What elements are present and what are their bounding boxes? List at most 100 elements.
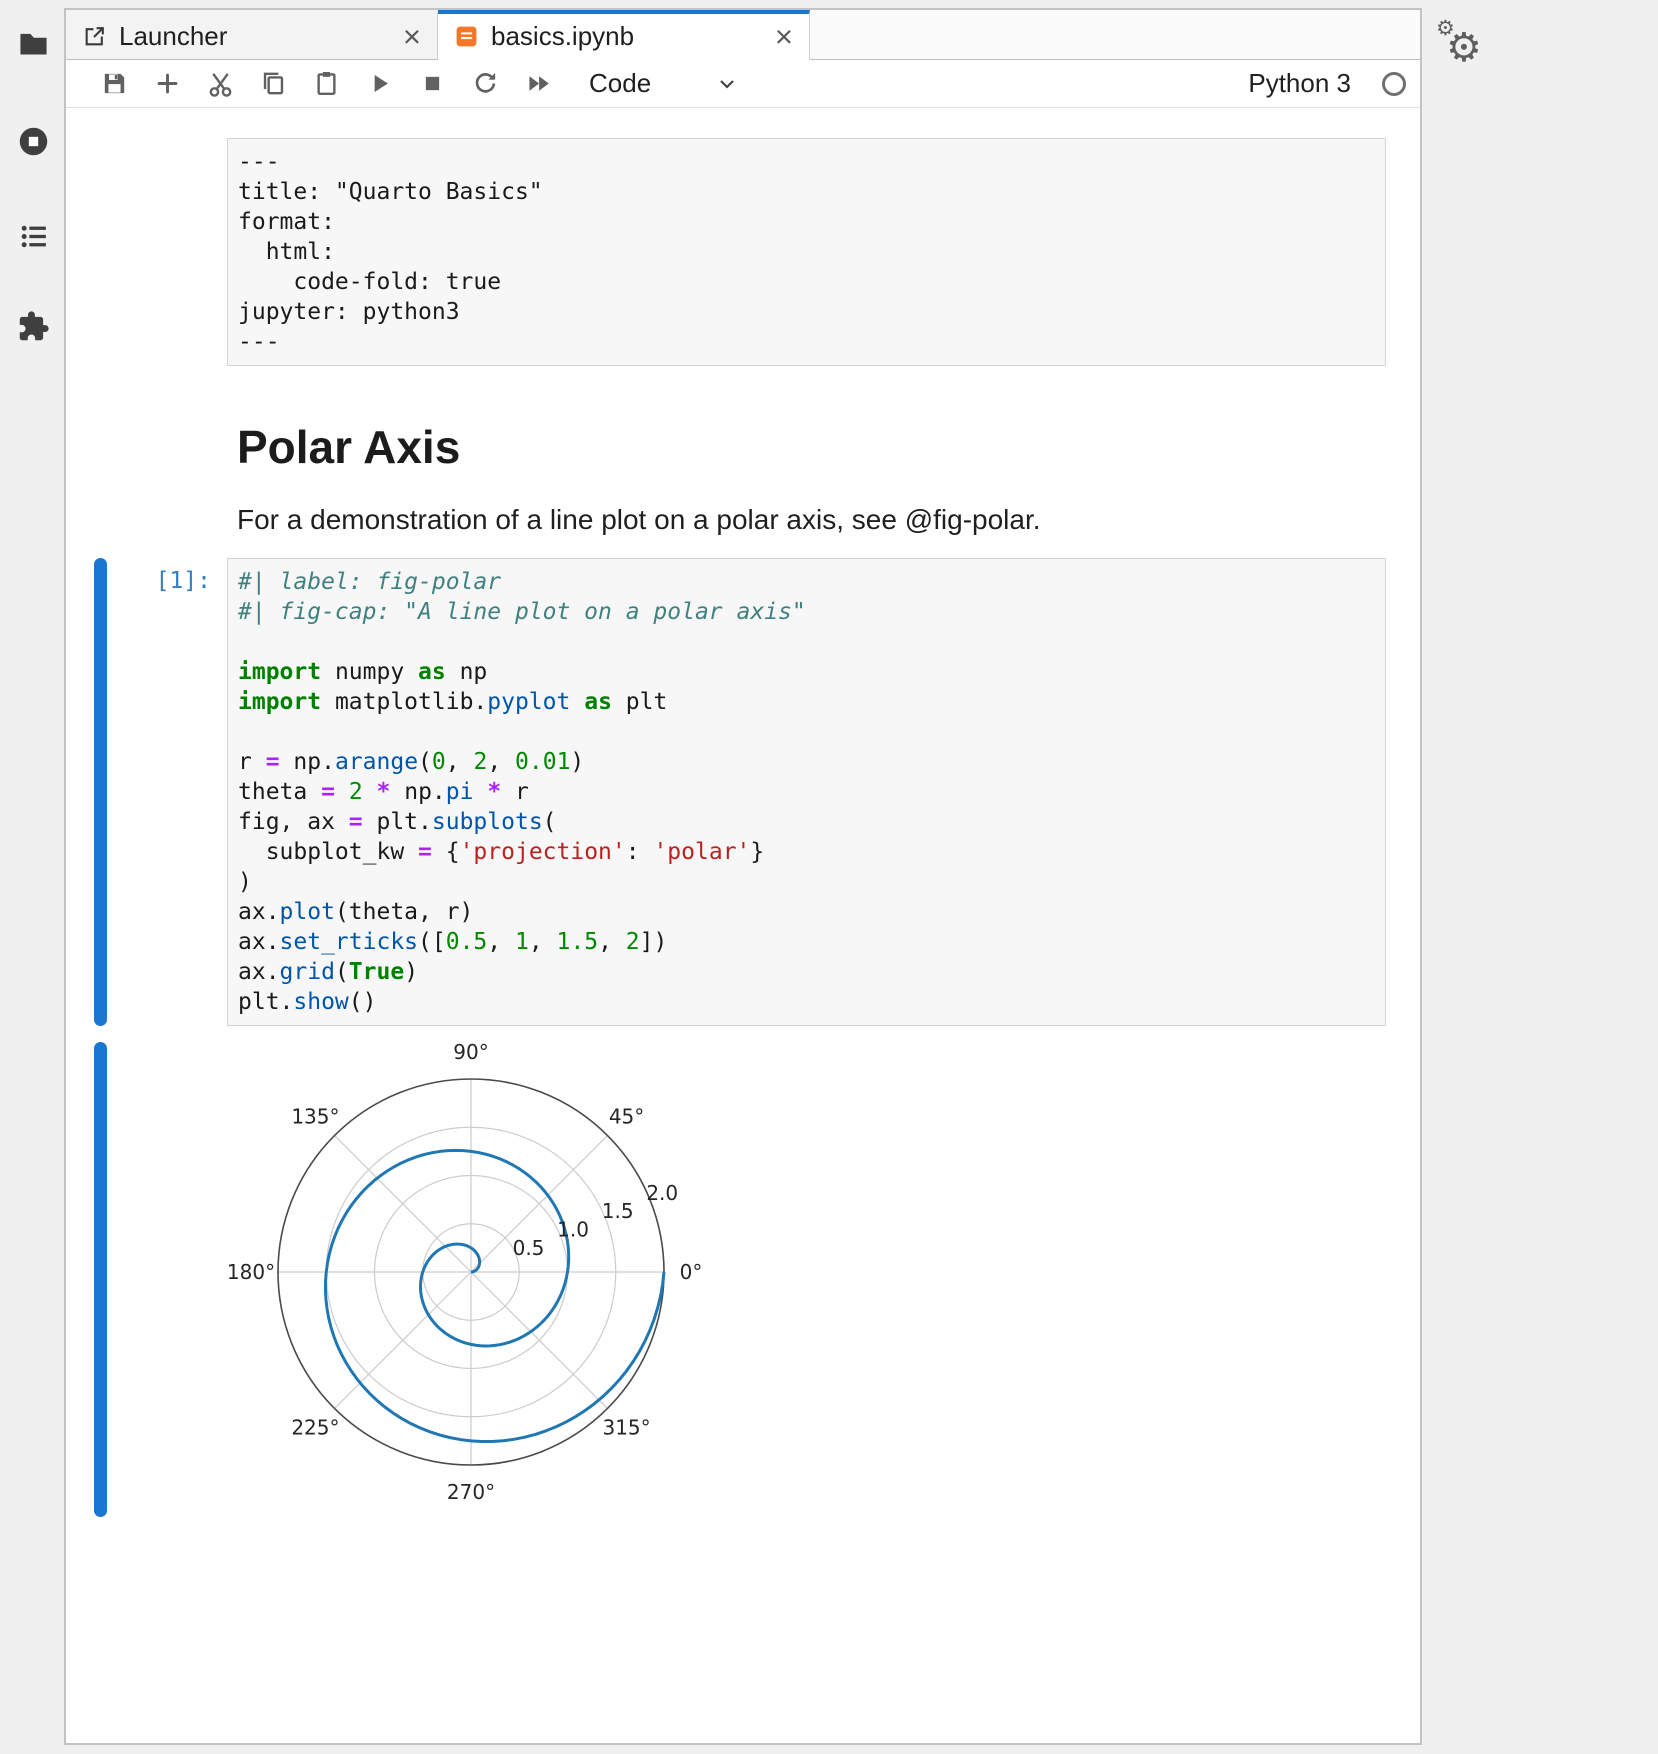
- cell-prompt: [107, 382, 227, 542]
- list-icon: [17, 220, 50, 253]
- copy-icon: [259, 69, 288, 98]
- plus-icon: [153, 69, 182, 98]
- svg-text:270°: 270°: [447, 1480, 495, 1504]
- svg-text:45°: 45°: [609, 1104, 644, 1128]
- code-line: theta = 2 * np.pi * r: [238, 777, 1375, 807]
- cell-type-value: Code: [589, 68, 651, 99]
- stop-circle-icon: [17, 125, 50, 158]
- raw-cell: ---title: "Quarto Basics"format: html: c…: [66, 130, 1420, 374]
- code-line: title: "Quarto Basics": [238, 177, 1375, 207]
- polar-plot-figure: 0° 45° 90° 135° 180° 225° 270° 315° 0.5 1.0 1.5 2.0: [227, 1042, 1386, 1517]
- markdown-heading: Polar Axis: [237, 420, 1376, 474]
- code-line: [238, 627, 1375, 657]
- copy-cells-button[interactable]: [253, 64, 293, 104]
- svg-text:1.5: 1.5: [602, 1199, 634, 1223]
- svg-text:2.0: 2.0: [646, 1181, 678, 1205]
- fast-forward-icon: [524, 69, 553, 98]
- running-sessions-button[interactable]: [13, 121, 53, 161]
- code-line: plt.show(): [238, 987, 1375, 1017]
- svg-text:180°: 180°: [227, 1260, 275, 1284]
- markdown-rendered: Polar Axis For a demonstration of a line…: [227, 382, 1386, 542]
- puzzle-icon: [17, 310, 50, 343]
- notebook-icon: [454, 24, 479, 49]
- close-icon[interactable]: ×: [399, 21, 425, 52]
- code-line: ---: [238, 147, 1375, 177]
- restart-kernel-button[interactable]: [465, 64, 505, 104]
- clipboard-icon: [312, 69, 341, 98]
- cell-collapser[interactable]: [94, 138, 107, 366]
- code-line: ax.set_rticks([0.5, 1, 1.5, 2]): [238, 927, 1375, 957]
- interrupt-kernel-button[interactable]: [412, 64, 452, 104]
- launcher-icon: [82, 24, 107, 49]
- svg-text:1.0: 1.0: [557, 1218, 589, 1242]
- folder-icon: [17, 27, 50, 60]
- code-line: #| label: fig-polar: [238, 567, 1375, 597]
- save-button[interactable]: [94, 64, 134, 104]
- file-browser-button[interactable]: [13, 23, 53, 63]
- kernel-status-icon[interactable]: [1382, 72, 1406, 96]
- cut-cells-button[interactable]: [200, 64, 240, 104]
- execution-count: [1]:: [107, 558, 227, 1026]
- markdown-paragraph: For a demonstration of a line plot on a …: [237, 504, 1376, 536]
- code-cell: [1]: #| label: fig-polar#| fig-cap: "A l…: [66, 550, 1420, 1034]
- stop-icon: [418, 69, 447, 98]
- cell-output-area: 0° 45° 90° 135° 180° 225° 270° 315° 0.5 1.0 1.5 2.0: [227, 1042, 1386, 1517]
- close-icon[interactable]: ×: [771, 21, 797, 52]
- kernel-name[interactable]: Python 3: [1248, 68, 1351, 99]
- play-icon: [365, 69, 394, 98]
- tab-basics-ipynb[interactable]: basics.ipynb ×: [438, 10, 810, 60]
- code-line: html:: [238, 237, 1375, 267]
- svg-text:90°: 90°: [453, 1042, 488, 1064]
- code-line: import matplotlib.pyplot as plt: [238, 687, 1375, 717]
- code-line: jupyter: python3: [238, 297, 1375, 327]
- code-line: ax.grid(True): [238, 957, 1375, 987]
- refresh-icon: [471, 69, 500, 98]
- notebook-toolbar: Code Python 3: [66, 60, 1420, 108]
- save-icon: [100, 69, 129, 98]
- svg-text:0.5: 0.5: [513, 1236, 545, 1260]
- activity-sidebar: [0, 0, 62, 1754]
- cell-collapser[interactable]: [94, 1042, 107, 1517]
- tab-label: Launcher: [119, 21, 387, 52]
- code-line: ): [238, 867, 1375, 897]
- markdown-cell[interactable]: Polar Axis For a demonstration of a line…: [66, 374, 1420, 550]
- polar-plot-svg: 0° 45° 90° 135° 180° 225° 270° 315° 0.5 1.0 1.5 2.0: [227, 1042, 947, 1512]
- restart-run-all-button[interactable]: [518, 64, 558, 104]
- paste-cells-button[interactable]: [306, 64, 346, 104]
- code-line: #| fig-cap: "A line plot on a polar axis…: [238, 597, 1375, 627]
- chevron-down-icon: [715, 72, 739, 96]
- cell-prompt: [107, 138, 227, 366]
- code-line: ax.plot(theta, r): [238, 897, 1375, 927]
- code-line: subplot_kw = {'projection': 'polar'}: [238, 837, 1375, 867]
- svg-text:135°: 135°: [291, 1104, 339, 1128]
- code-line: r = np.arange(0, 2, 0.01): [238, 747, 1375, 777]
- extension-manager-button[interactable]: [13, 306, 53, 346]
- tab-launcher[interactable]: Launcher ×: [66, 10, 438, 60]
- code-line: ---: [238, 327, 1375, 357]
- code-cell-editor[interactable]: #| label: fig-polar#| fig-cap: "A line p…: [227, 558, 1386, 1026]
- notebook-content: ---title: "Quarto Basics"format: html: c…: [66, 108, 1420, 1743]
- gear-small-icon: ⚙: [1436, 18, 1455, 39]
- svg-text:315°: 315°: [602, 1416, 650, 1440]
- cell-collapser[interactable]: [94, 558, 107, 1026]
- svg-text:225°: 225°: [291, 1416, 339, 1440]
- cell-type-dropdown[interactable]: Code: [583, 68, 745, 99]
- table-of-contents-button[interactable]: [13, 216, 53, 256]
- output-cell: 0° 45° 90° 135° 180° 225° 270° 315° 0.5 1.0 1.5 2.0: [66, 1034, 1420, 1525]
- tab-bar: Launcher × basics.ipynb ×: [66, 10, 1420, 60]
- cell-prompt: [107, 1042, 227, 1517]
- insert-cell-button[interactable]: [147, 64, 187, 104]
- cell-collapser[interactable]: [94, 382, 107, 542]
- jupyterlab-window: Launcher × basics.ipynb ×: [64, 8, 1422, 1745]
- tab-bar-filler: [810, 10, 1420, 60]
- svg-text:0°: 0°: [680, 1260, 703, 1284]
- code-line: format:: [238, 207, 1375, 237]
- run-cell-button[interactable]: [359, 64, 399, 104]
- raw-cell-editor[interactable]: ---title: "Quarto Basics"format: html: c…: [227, 138, 1386, 366]
- code-line: fig, ax = plt.subplots(: [238, 807, 1375, 837]
- code-line: code-fold: true: [238, 267, 1375, 297]
- settings-gear-button[interactable]: ⚙ ⚙: [1438, 22, 1490, 74]
- tab-label: basics.ipynb: [491, 21, 759, 52]
- scissors-icon: [206, 69, 235, 98]
- code-line: [238, 717, 1375, 747]
